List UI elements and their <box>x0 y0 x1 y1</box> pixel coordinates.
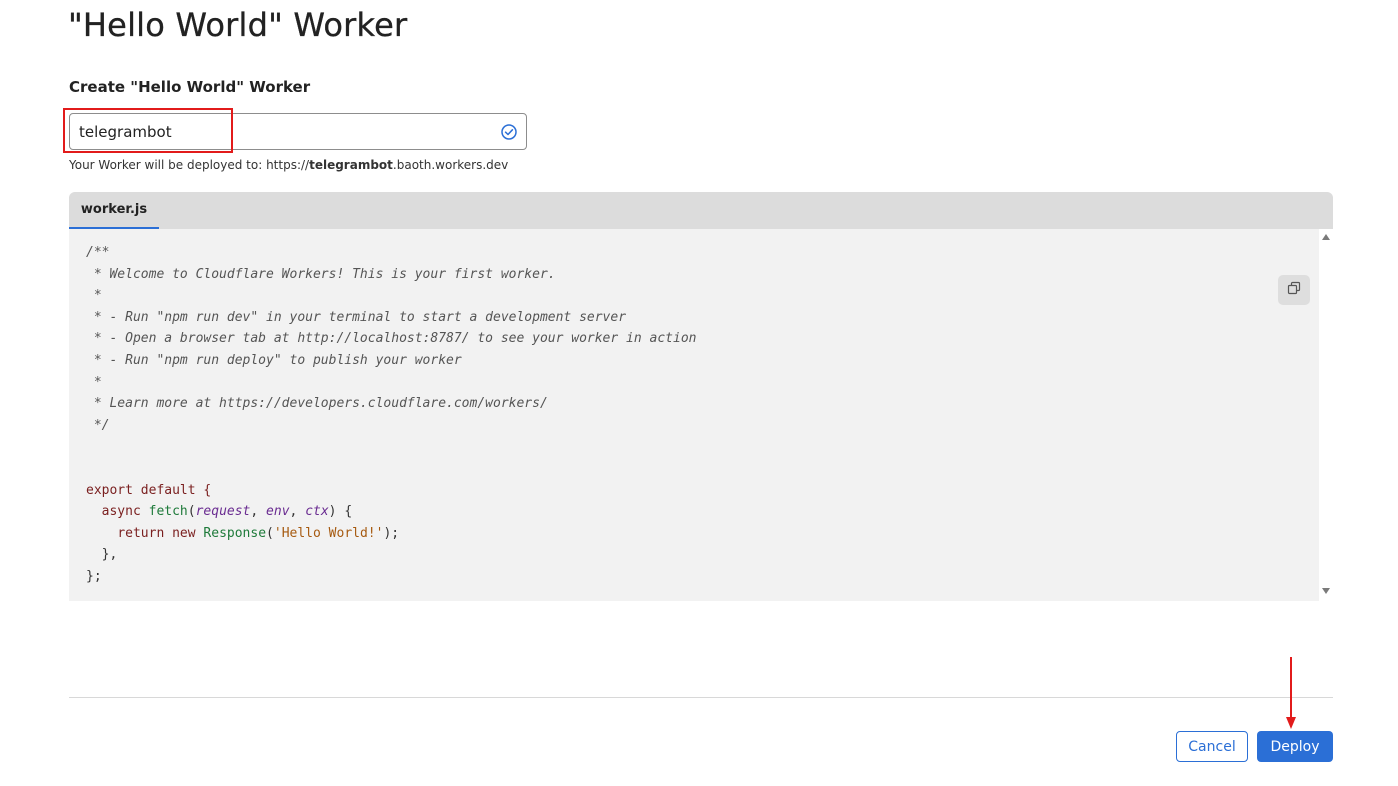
code-line: * Welcome to Cloudflare Workers! This is… <box>86 266 556 282</box>
code-line: async fetch(request, env, ctx) { <box>101 504 353 520</box>
worker-name-input[interactable] <box>70 114 490 149</box>
code-editor: worker.js /** * Welcome to Cloudflare Wo… <box>69 192 1333 601</box>
code-line: /** <box>86 245 110 260</box>
deploy-url-hint: Your Worker will be deployed to: https:/… <box>69 158 508 172</box>
deploy-url-suffix: .baoth.workers.dev <box>392 158 509 172</box>
worker-name-field <box>69 113 527 150</box>
deploy-url-prefix: Your Worker will be deployed to: https:/… <box>69 158 310 172</box>
footer-divider <box>69 697 1333 698</box>
code-line: }, <box>86 547 118 563</box>
cancel-button[interactable]: Cancel <box>1176 731 1248 762</box>
scroll-up-arrow-icon[interactable] <box>1322 234 1330 240</box>
code-line: return new Response('Hello World!'); <box>117 525 400 541</box>
code-scrollbar[interactable] <box>1319 229 1333 601</box>
section-label: Create "Hello World" Worker <box>69 78 311 96</box>
page-title: "Hello World" Worker <box>68 6 408 44</box>
tab-worker-js[interactable]: worker.js <box>69 192 159 229</box>
copy-icon <box>1286 280 1302 301</box>
code-line: * - Run "npm run deploy" to publish your… <box>86 352 462 368</box>
code-line: * <box>86 288 102 304</box>
editor-tabbar: worker.js <box>69 192 1333 229</box>
code-content: /** * Welcome to Cloudflare Workers! Thi… <box>86 242 696 588</box>
code-line: */ <box>86 417 110 433</box>
scroll-down-arrow-icon[interactable] <box>1322 588 1330 594</box>
deploy-button[interactable]: Deploy <box>1257 731 1333 762</box>
deploy-worker-page: "Hello World" Worker Create "Hello World… <box>0 0 1398 786</box>
code-line: * <box>86 374 102 390</box>
code-line: }; <box>86 568 102 584</box>
code-line: * - Run "npm run dev" in your terminal t… <box>86 309 627 325</box>
deploy-url-name: telegrambot <box>309 158 393 172</box>
code-line: * - Open a browser tab at http://localho… <box>86 331 697 347</box>
annotation-arrow-icon <box>1286 657 1296 729</box>
check-circle-icon <box>500 123 518 141</box>
copy-code-button[interactable] <box>1278 275 1310 305</box>
code-area[interactable]: /** * Welcome to Cloudflare Workers! Thi… <box>69 229 1319 601</box>
code-line: * Learn more at https://developers.cloud… <box>86 396 548 412</box>
code-line: export default { <box>86 482 212 498</box>
